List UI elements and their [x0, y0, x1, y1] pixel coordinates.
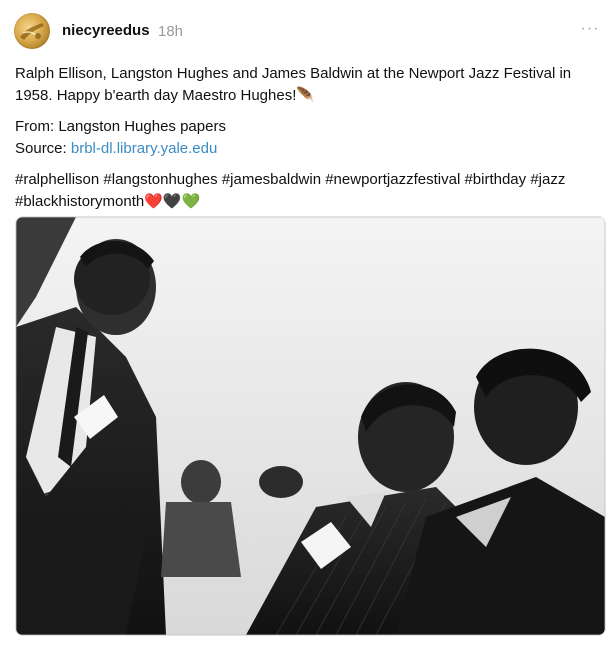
avatar[interactable]: [14, 13, 50, 49]
source-label: Source:: [15, 140, 71, 157]
more-options-icon[interactable]: ···: [578, 19, 602, 39]
post-header: niecyreedus 18h ···: [14, 13, 604, 49]
caption-hashtags[interactable]: #ralphellison #langstonhughes #jamesbald…: [15, 169, 600, 213]
photo-image: [16, 217, 605, 635]
post-caption: Ralph Ellison, Langston Hughes and James…: [15, 63, 600, 213]
caption-text: Ralph Ellison, Langston Hughes and James…: [15, 65, 572, 104]
caption-from: From: Langston Hughes papers: [15, 118, 226, 135]
avatar-image: [20, 23, 44, 40]
post-timestamp: 18h: [158, 23, 184, 40]
post-photo[interactable]: [15, 216, 606, 636]
threads-post: niecyreedus 18h ··· Ralph Ellison, Langs…: [0, 0, 615, 652]
caption-source: Source: brbl-dl.library.yale.edu: [15, 138, 600, 160]
username[interactable]: niecyreedus: [62, 22, 150, 39]
source-link[interactable]: brbl-dl.library.yale.edu: [71, 140, 217, 157]
